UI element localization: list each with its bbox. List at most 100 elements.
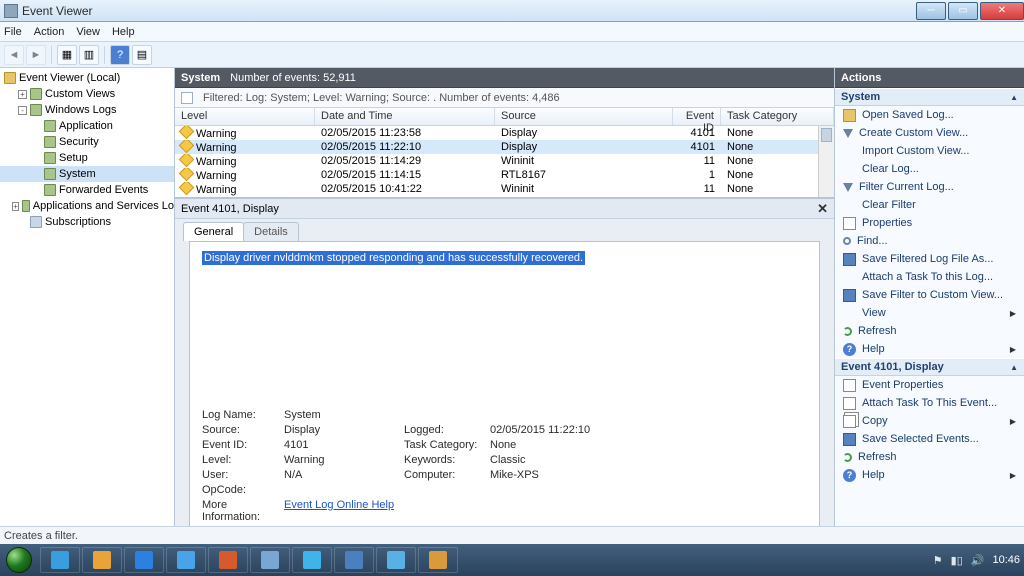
table-row[interactable]: Warning02/05/2015 11:23:58Display4101Non… bbox=[175, 126, 834, 140]
tree-item[interactable]: +Custom Views bbox=[0, 86, 174, 102]
forward-button[interactable]: ► bbox=[26, 45, 46, 65]
toolbar-btn-2[interactable]: ▥ bbox=[79, 45, 99, 65]
menu-action[interactable]: Action bbox=[34, 26, 65, 38]
submenu-arrow-icon: ▶ bbox=[1010, 345, 1016, 354]
actions-section-event[interactable]: Event 4101, Display▲ bbox=[835, 358, 1024, 376]
taskbar-item[interactable] bbox=[82, 547, 122, 573]
action-item[interactable]: Import Custom View... bbox=[835, 142, 1024, 160]
expand-toggle[interactable]: + bbox=[18, 90, 27, 99]
menu-file[interactable]: File bbox=[4, 26, 22, 38]
warning-icon bbox=[179, 182, 195, 195]
action-item[interactable]: ?Help▶ bbox=[835, 466, 1024, 484]
taskbar-item[interactable] bbox=[40, 547, 80, 573]
preview-header: Event 4101, Display ✕ bbox=[175, 199, 834, 219]
col-source[interactable]: Source bbox=[495, 108, 673, 125]
col-taskcat[interactable]: Task Category bbox=[721, 108, 834, 125]
taskbar-item[interactable] bbox=[376, 547, 416, 573]
tree-item[interactable]: System bbox=[0, 166, 174, 182]
grid-vscrollbar[interactable] bbox=[818, 126, 834, 197]
col-level[interactable]: Level bbox=[175, 108, 315, 125]
tree-item[interactable]: -Windows Logs bbox=[0, 102, 174, 118]
grid-header[interactable]: Level Date and Time Source Event ID Task… bbox=[175, 108, 834, 126]
taskbar-item[interactable] bbox=[124, 547, 164, 573]
tree-item[interactable]: Application bbox=[0, 118, 174, 134]
action-item[interactable]: Clear Filter bbox=[835, 196, 1024, 214]
blank-icon bbox=[843, 271, 856, 284]
back-button[interactable]: ◄ bbox=[4, 45, 24, 65]
col-eventid[interactable]: Event ID bbox=[673, 108, 721, 125]
table-row[interactable]: Warning02/05/2015 11:14:29Wininit11None bbox=[175, 154, 834, 168]
toolbar-btn-3[interactable]: ▤ bbox=[132, 45, 152, 65]
expand-toggle[interactable]: - bbox=[18, 106, 27, 115]
taskbar[interactable]: ⚑ ▮▯ 🔊 10:46 bbox=[0, 544, 1024, 576]
help-button[interactable]: ? bbox=[110, 45, 130, 65]
action-label: Refresh bbox=[858, 325, 897, 337]
action-item[interactable]: Save Filter to Custom View... bbox=[835, 286, 1024, 304]
action-item[interactable]: Find... bbox=[835, 232, 1024, 250]
folder-icon bbox=[30, 216, 42, 228]
maximize-button[interactable]: ▭ bbox=[948, 2, 978, 20]
menu-help[interactable]: Help bbox=[112, 26, 135, 38]
tab-general[interactable]: General bbox=[183, 222, 244, 241]
start-button[interactable] bbox=[0, 544, 38, 576]
action-item[interactable]: Attach a Task To this Log... bbox=[835, 268, 1024, 286]
table-row[interactable]: Warning02/05/2015 11:22:10Display4101Non… bbox=[175, 140, 834, 154]
moreinfo-link[interactable]: Event Log Online Help bbox=[284, 499, 394, 511]
minimize-button[interactable]: ─ bbox=[916, 2, 946, 20]
expand-toggle[interactable]: + bbox=[12, 202, 19, 211]
tray-volume-icon[interactable]: 🔊 bbox=[971, 554, 985, 567]
tree-item-label: Subscriptions bbox=[45, 216, 111, 228]
table-row[interactable]: Warning02/05/2015 10:41:22Wininit11None bbox=[175, 182, 834, 196]
taskbar-item[interactable] bbox=[250, 547, 290, 573]
tray-flag-icon[interactable]: ⚑ bbox=[933, 554, 943, 567]
app-icon bbox=[219, 551, 237, 569]
tree-item-label: Forwarded Events bbox=[59, 184, 148, 196]
tree-item[interactable]: Forwarded Events bbox=[0, 182, 174, 198]
tray-clock[interactable]: 10:46 bbox=[992, 554, 1020, 566]
action-item[interactable]: View▶ bbox=[835, 304, 1024, 322]
tab-details[interactable]: Details bbox=[243, 222, 299, 241]
action-item[interactable]: ?Help▶ bbox=[835, 340, 1024, 358]
action-item[interactable]: Refresh bbox=[835, 322, 1024, 340]
collapse-icon[interactable]: ▲ bbox=[1010, 363, 1018, 372]
action-item[interactable]: Create Custom View... bbox=[835, 124, 1024, 142]
refresh-icon bbox=[843, 453, 852, 462]
action-label: Create Custom View... bbox=[859, 127, 968, 139]
action-item[interactable]: Filter Current Log... bbox=[835, 178, 1024, 196]
action-item[interactable]: Event Properties bbox=[835, 376, 1024, 394]
actions-section-system[interactable]: System▲ bbox=[835, 88, 1024, 106]
action-item[interactable]: Copy▶ bbox=[835, 412, 1024, 430]
preview-title: Event 4101, Display bbox=[181, 203, 279, 215]
system-tray[interactable]: ⚑ ▮▯ 🔊 10:46 bbox=[933, 554, 1024, 567]
action-item[interactable]: Attach Task To This Event... bbox=[835, 394, 1024, 412]
taskbar-item[interactable] bbox=[418, 547, 458, 573]
taskbar-item[interactable] bbox=[166, 547, 206, 573]
tray-network-icon[interactable]: ▮▯ bbox=[951, 554, 963, 567]
action-item[interactable]: Save Filtered Log File As... bbox=[835, 250, 1024, 268]
action-item[interactable]: Save Selected Events... bbox=[835, 430, 1024, 448]
taskbar-item[interactable] bbox=[292, 547, 332, 573]
action-item[interactable]: Properties bbox=[835, 214, 1024, 232]
col-datetime[interactable]: Date and Time bbox=[315, 108, 495, 125]
action-label: Copy bbox=[862, 415, 888, 427]
tree-item[interactable]: Setup bbox=[0, 150, 174, 166]
tree-item[interactable]: Subscriptions bbox=[0, 214, 174, 230]
log-name: System bbox=[181, 72, 220, 84]
close-button[interactable]: ✕ bbox=[980, 2, 1024, 20]
menu-view[interactable]: View bbox=[76, 26, 100, 38]
nav-tree[interactable]: Event Viewer (Local) +Custom Views-Windo… bbox=[0, 68, 175, 544]
collapse-icon[interactable]: ▲ bbox=[1010, 93, 1018, 102]
tree-item[interactable]: +Applications and Services Lo bbox=[0, 198, 174, 214]
preview-close-icon[interactable]: ✕ bbox=[817, 201, 828, 217]
tree-root[interactable]: Event Viewer (Local) bbox=[0, 70, 174, 86]
action-item[interactable]: Refresh bbox=[835, 448, 1024, 466]
taskbar-item[interactable] bbox=[208, 547, 248, 573]
taskbar-item[interactable] bbox=[334, 547, 374, 573]
event-grid[interactable]: Level Date and Time Source Event ID Task… bbox=[175, 108, 834, 198]
action-item[interactable]: Open Saved Log... bbox=[835, 106, 1024, 124]
taskcat-label: Task Category: bbox=[404, 439, 490, 451]
toolbar-btn-1[interactable]: ▦ bbox=[57, 45, 77, 65]
table-row[interactable]: Warning02/05/2015 11:14:15RTL81671None bbox=[175, 168, 834, 182]
tree-item[interactable]: Security bbox=[0, 134, 174, 150]
action-item[interactable]: Clear Log... bbox=[835, 160, 1024, 178]
